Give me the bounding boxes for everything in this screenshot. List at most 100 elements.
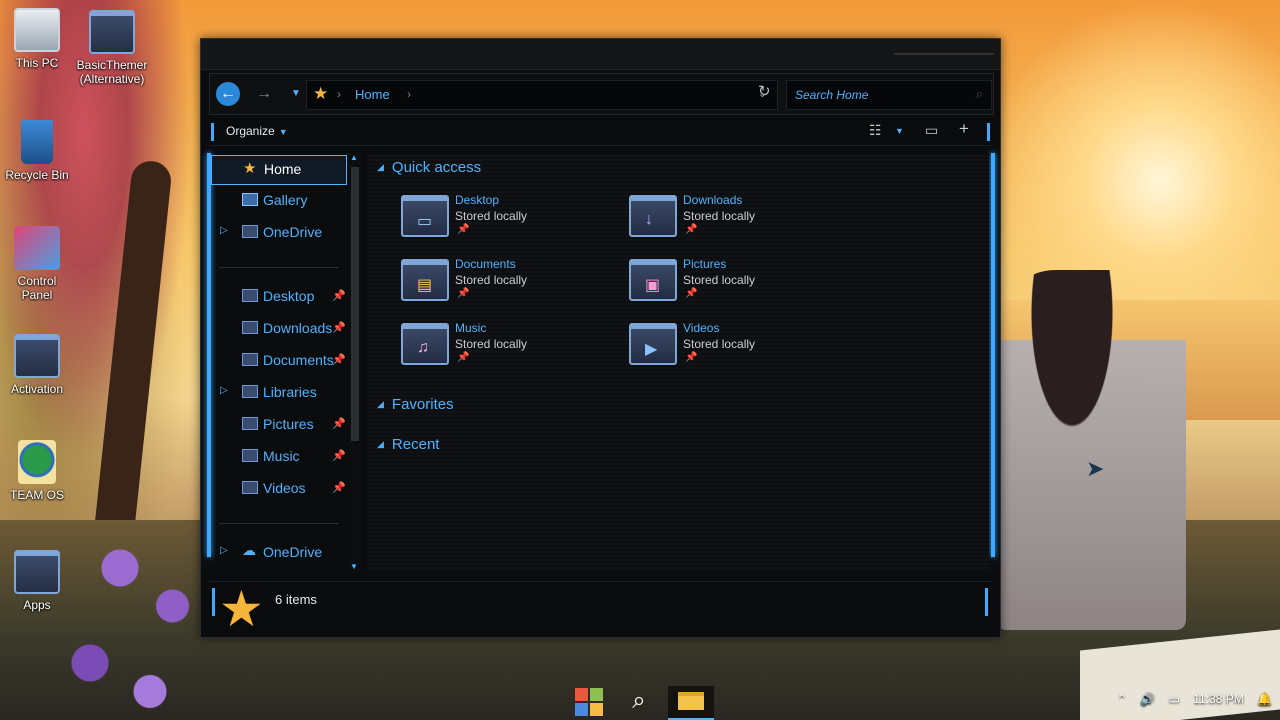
sidebar-item-label: Desktop (263, 288, 315, 304)
tile-name: Pictures (683, 257, 727, 271)
section-title: Recent (391, 436, 440, 453)
sidebar-item-downloads[interactable]: Downloads 📌 (211, 315, 346, 343)
new-item-icon[interactable]: + (959, 119, 969, 139)
organize-label: Organize (226, 124, 275, 138)
pin-icon[interactable]: 📌 (332, 417, 346, 430)
pin-icon: 📌 (457, 352, 470, 363)
desktop-icon-this-pc[interactable]: This PC (1, 8, 73, 70)
tile-status: Stored locally (455, 337, 528, 351)
start-button[interactable] (569, 686, 609, 718)
accent-edge (987, 123, 990, 141)
desktop-icon-activation[interactable]: Activation (1, 334, 73, 396)
desktop-icon-control-panel[interactable]: Control Panel (1, 226, 73, 302)
chevron-up-icon[interactable]: ⌃ (1117, 692, 1127, 706)
recent-locations-chevron-icon[interactable]: ▼ (284, 82, 308, 106)
libraries-folder-icon (242, 385, 258, 398)
sidebar-item-documents[interactable]: Documents 📌 (211, 347, 346, 375)
recycle-bin-icon (21, 120, 53, 164)
title-bar[interactable] (201, 39, 1000, 70)
picture-icon: ▣ (645, 277, 661, 294)
pictures-folder-icon: ▣ (629, 259, 677, 301)
quick-access-videos[interactable]: ▶ Videos Stored locally 📌 (629, 321, 849, 373)
mouse-cursor-icon: ➤ (1086, 456, 1105, 481)
pin-icon[interactable]: 📌 (332, 449, 346, 462)
sidebar-item-music[interactable]: Music 📌 (211, 443, 346, 471)
quick-access-downloads[interactable]: ↓ Downloads Stored locally 📌 (629, 193, 849, 245)
downloads-folder-icon (242, 321, 258, 334)
command-bar: Organize ▼ ☷ ▼ ▭ + (209, 119, 992, 146)
taskbar-file-explorer[interactable] (668, 686, 714, 720)
section-favorites[interactable]: ◢ Favorites (377, 396, 454, 413)
window-controls[interactable] (894, 43, 994, 55)
pin-icon[interactable]: 📌 (332, 481, 346, 494)
forward-arrow-icon[interactable]: → (252, 82, 276, 106)
network-icon[interactable]: ▭ (1169, 692, 1180, 706)
pin-icon: 📌 (457, 224, 470, 235)
section-quick-access[interactable]: ◢ Quick access (377, 159, 481, 176)
sidebar-item-label: OneDrive (263, 224, 323, 240)
preview-pane-icon[interactable]: ▭ (925, 122, 938, 139)
scroll-up-icon[interactable]: ▲ (350, 153, 358, 162)
accent-edge (991, 153, 995, 557)
desktop-folder-icon (242, 289, 258, 302)
quick-access-pictures[interactable]: ▣ Pictures Stored locally 📌 (629, 257, 849, 309)
scroll-down-icon[interactable]: ▼ (350, 562, 358, 571)
quick-access-documents[interactable]: ▤ Documents Stored locally 📌 (401, 257, 621, 309)
organize-button[interactable]: Organize ▼ (226, 124, 288, 138)
sidebar-item-home[interactable]: ★ Home (211, 155, 347, 185)
navigation-bar: ← → ▼ ★ › Home › ⌄ ↻ Search Home ⌕ (209, 73, 994, 115)
back-arrow-icon[interactable]: ← (216, 82, 240, 106)
videos-folder-icon: ▶ (629, 323, 677, 365)
quick-access-desktop[interactable]: ▭ Desktop Stored locally 📌 (401, 193, 621, 245)
section-recent[interactable]: ◢ Recent (377, 436, 439, 453)
search-input[interactable]: Search Home ⌕ (786, 80, 992, 110)
view-dropdown-icon[interactable]: ▼ (895, 126, 904, 136)
tile-name: Videos (683, 321, 720, 335)
sidebar-item-pictures[interactable]: Pictures 📌 (211, 411, 346, 439)
accent-edge (211, 123, 214, 141)
chevron-down-icon: ▼ (278, 127, 288, 137)
desktop-icon-recycle-bin[interactable]: Recycle Bin (1, 120, 73, 182)
clock[interactable]: 11:38 PM (1193, 692, 1243, 706)
gallery-icon (242, 193, 258, 206)
sidebar-item-desktop[interactable]: Desktop 📌 (211, 283, 346, 311)
sidebar-item-videos[interactable]: Videos 📌 (211, 475, 346, 503)
quick-access-music[interactable]: ♫ Music Stored locally 📌 (401, 321, 621, 373)
sidebar-item-onedrive-cloud[interactable]: ▷ ☁ OneDrive (211, 539, 345, 567)
volume-icon[interactable]: 🔊 (1140, 692, 1155, 706)
notification-bell-icon[interactable]: 🔔 (1257, 692, 1272, 706)
sidebar-item-onedrive[interactable]: ▷ OneDrive (211, 219, 345, 247)
content-pane: ◢ Quick access ▭ Desktop Stored locally 📌… (367, 153, 989, 571)
desktop-icon-basicthemer[interactable]: BasicThemer (Alternative) (76, 10, 148, 86)
file-explorer-window: ← → ▼ ★ › Home › ⌄ ↻ Search Home ⌕ Organ… (200, 38, 1001, 638)
pin-icon: 📌 (685, 352, 698, 363)
navigation-pane: ★ Home Gallery ▷ OneDrive Desktop 📌 Down… (211, 153, 361, 571)
desktop-icon-apps[interactable]: Apps (1, 550, 73, 612)
breadcrumb-separator: › (337, 87, 341, 101)
expand-icon[interactable]: ▷ (220, 225, 228, 236)
pin-icon[interactable]: 📌 (332, 321, 346, 334)
sidebar-scrollbar[interactable]: ▲ ▼ (349, 153, 361, 571)
view-options-icon[interactable]: ☷ (869, 122, 882, 139)
search-placeholder: Search Home (795, 88, 869, 102)
system-tray: ⌃ 🔊 ▭ 11:38 PM 🔔 (1107, 692, 1272, 706)
sidebar-item-label: Gallery (263, 192, 308, 208)
sidebar-item-libraries[interactable]: ▷ Libraries (211, 379, 345, 407)
pin-icon[interactable]: 📌 (332, 289, 346, 302)
tile-name: Downloads (683, 193, 743, 207)
monitor-icon (14, 8, 60, 52)
breadcrumb-home[interactable]: Home (355, 87, 390, 102)
search-button[interactable]: ⌕ (619, 686, 659, 718)
document-icon: ▤ (417, 277, 433, 294)
star-icon: ★ (219, 581, 264, 637)
pin-icon[interactable]: 📌 (332, 353, 346, 366)
address-bar[interactable]: ★ › Home › ⌄ (306, 80, 778, 110)
refresh-icon[interactable]: ↻ (758, 82, 771, 100)
sidebar-item-gallery[interactable]: Gallery (211, 187, 345, 215)
expand-icon[interactable]: ▷ (220, 545, 228, 556)
sidebar-item-label: Downloads (263, 320, 333, 336)
desktop-icon-team-os[interactable]: TEAM OS (1, 440, 73, 502)
expand-icon[interactable]: ▷ (220, 385, 228, 396)
scrollbar-thumb[interactable] (351, 167, 359, 441)
breadcrumb-separator[interactable]: › (407, 87, 411, 101)
